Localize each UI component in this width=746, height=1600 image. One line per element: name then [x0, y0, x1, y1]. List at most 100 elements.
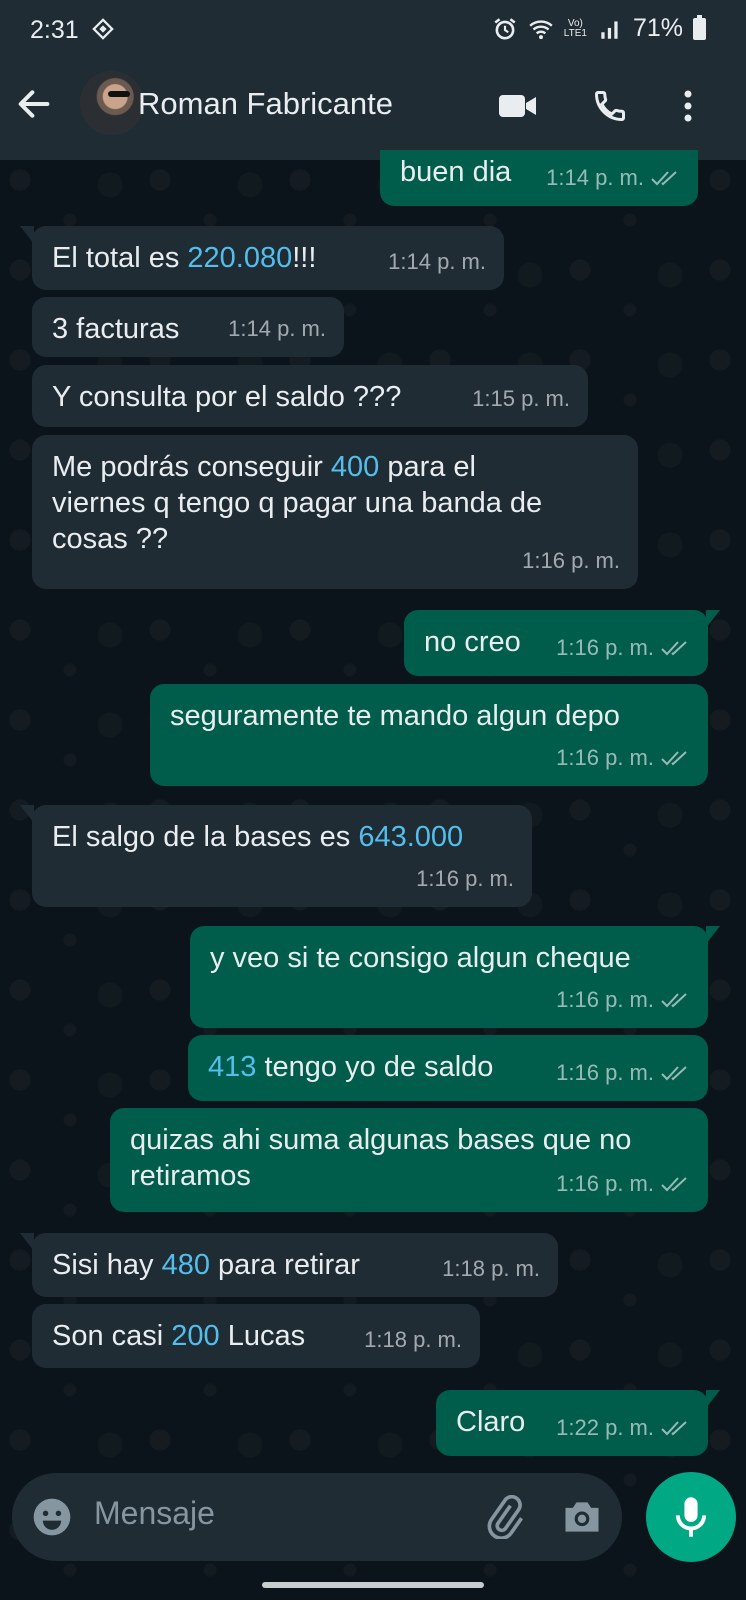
text-segment: !!!	[292, 242, 317, 274]
message-time: 1:16 p. m.	[556, 987, 654, 1012]
text-segment: Me podrás conseguir	[52, 451, 331, 483]
number-link[interactable]: 413	[208, 1051, 256, 1083]
number-link[interactable]: 220.080	[187, 242, 292, 274]
status-time: 2:31	[30, 16, 79, 44]
outgoing-message-bubble[interactable]: no creo 1:16 p. m.	[404, 610, 720, 676]
text-segment: para retirar	[210, 1249, 360, 1281]
message-meta: 1:18 p. m.	[442, 1251, 540, 1287]
camera-icon[interactable]	[560, 1495, 604, 1539]
message-text: buen dia	[400, 154, 511, 190]
double-check-icon	[661, 641, 687, 656]
message-time: 1:14 p. m.	[546, 165, 644, 190]
data-saver-icon	[92, 18, 114, 40]
text-segment: cosas ??	[52, 523, 169, 555]
message-text: Y consulta por el saldo ???	[52, 379, 401, 415]
message-meta: 1:15 p. m.	[472, 381, 570, 417]
incoming-message-bubble[interactable]: El salgo de la bases es 643.000 1:16 p. m…	[20, 805, 532, 907]
double-check-icon	[661, 1177, 687, 1192]
chat-header: Roman Fabricante	[0, 62, 746, 160]
number-link[interactable]: 400	[331, 451, 379, 483]
message-text: El total es 220.080!!!	[52, 240, 316, 276]
text-segment: El salgo de la bases es	[52, 821, 359, 853]
outgoing-message-bubble[interactable]: seguramente te mando algun depo 1:16 p. m…	[150, 684, 708, 786]
wifi-icon	[529, 19, 553, 39]
battery-icon	[693, 14, 706, 40]
outgoing-message-bubble[interactable]: 413 tengo yo de saldo 1:16 p. m.	[188, 1035, 708, 1101]
number-link[interactable]: 480	[162, 1249, 210, 1281]
incoming-message-bubble[interactable]: Son casi 200 Lucas 1:18 p. m.	[32, 1304, 480, 1368]
bubble-tail	[706, 610, 720, 628]
text-segment: y veo si te consigo algun cheque	[210, 942, 631, 974]
bubble-tail	[706, 926, 720, 944]
contact-name[interactable]: Roman Fabricante	[138, 86, 393, 122]
text-segment: El total es	[52, 242, 188, 274]
text-segment: 3 facturas	[52, 313, 180, 345]
message-meta: 1:16 p. m.	[556, 740, 690, 776]
incoming-message-bubble[interactable]: Sisi hay 480 para retirar 1:18 p. m.	[20, 1233, 558, 1297]
message-meta: 1:16 p. m.	[556, 1166, 690, 1202]
message-meta: 1:16 p. m.	[556, 982, 690, 1018]
message-text: Me podrás conseguir 400 para el viernes q…	[52, 449, 542, 557]
incoming-message-bubble[interactable]: Y consulta por el saldo ??? 1:15 p. m.	[32, 365, 588, 427]
more-vert-icon	[684, 90, 692, 122]
message-meta: 1:16 p. m.	[556, 630, 690, 666]
mic-icon	[675, 1497, 707, 1537]
text-segment: no creo	[424, 626, 521, 658]
incoming-message-bubble[interactable]: 3 facturas 1:14 p. m.	[32, 297, 344, 357]
outgoing-message-bubble[interactable]: Claro 1:22 p. m.	[436, 1390, 720, 1456]
number-link[interactable]: 643.000	[358, 821, 463, 853]
text-segment: seguramente te mando algun depo	[170, 700, 620, 732]
phone-icon	[594, 91, 625, 122]
gesture-navigation-bar[interactable]	[262, 1582, 484, 1588]
voice-call-button[interactable]	[588, 84, 632, 128]
double-check-icon	[661, 751, 687, 766]
text-segment: Son casi	[52, 1320, 172, 1352]
outgoing-message-bubble[interactable]: y veo si te consigo algun cheque 1:16 p. …	[190, 926, 720, 1028]
message-time: 1:14 p. m.	[388, 249, 486, 274]
message-time: 1:18 p. m.	[442, 1256, 540, 1281]
text-segment: Lucas	[219, 1320, 306, 1352]
text-segment: retiramos	[130, 1160, 251, 1192]
text-segment: Y consulta por el saldo ???	[52, 381, 402, 413]
incoming-message-bubble[interactable]: El total es 220.080!!! 1:14 p. m.	[20, 226, 504, 290]
emoji-icon[interactable]	[30, 1495, 74, 1539]
outgoing-message-bubble[interactable]: quizas ahi suma algunas bases que no reti…	[110, 1108, 708, 1212]
text-segment: Claro	[456, 1406, 526, 1438]
message-text: Claro	[456, 1404, 525, 1440]
text-segment: para el	[379, 451, 476, 483]
text-segment: tengo yo de saldo	[256, 1051, 494, 1083]
outgoing-message-bubble[interactable]: buen dia 1:14 p. m.	[380, 150, 698, 206]
message-composer[interactable]: Mensaje	[12, 1473, 622, 1561]
message-time: 1:18 p. m.	[364, 1327, 462, 1352]
message-meta: 1:22 p. m.	[556, 1410, 690, 1446]
voice-message-button[interactable]	[646, 1472, 736, 1562]
double-check-icon	[651, 171, 677, 186]
bubble-tail	[706, 1390, 720, 1408]
message-text: 413 tengo yo de saldo	[208, 1049, 493, 1085]
number-link[interactable]: 200	[171, 1320, 219, 1352]
message-meta: 1:16 p. m.	[556, 1055, 690, 1091]
network-type-label: Vo) LTE1	[563, 17, 587, 39]
incoming-message-bubble[interactable]: Me podrás conseguir 400 para el viernes q…	[32, 435, 638, 589]
message-meta: 1:14 p. m.	[228, 311, 326, 347]
bubble-tail	[20, 226, 34, 244]
message-meta: 1:16 p. m.	[522, 543, 620, 579]
message-time: 1:16 p. m.	[416, 866, 514, 891]
message-text: Son casi 200 Lucas	[52, 1318, 305, 1354]
signal-icon	[601, 20, 618, 39]
back-arrow-icon[interactable]	[14, 84, 54, 124]
double-check-icon	[661, 1066, 687, 1081]
text-segment: buen dia	[400, 156, 512, 188]
video-call-button[interactable]	[496, 84, 540, 128]
more-options-button[interactable]	[666, 84, 710, 128]
double-check-icon	[661, 993, 687, 1008]
message-time: 1:22 p. m.	[556, 1415, 654, 1440]
bubble-tail	[20, 805, 34, 823]
message-time: 1:14 p. m.	[228, 316, 326, 341]
contact-avatar[interactable]	[80, 71, 144, 135]
message-meta: 1:14 p. m.	[546, 160, 680, 196]
attach-icon[interactable]	[482, 1495, 526, 1539]
message-input[interactable]: Mensaje	[94, 1495, 215, 1532]
message-time: 1:16 p. m.	[556, 1060, 654, 1085]
message-meta: 1:14 p. m.	[388, 244, 486, 280]
